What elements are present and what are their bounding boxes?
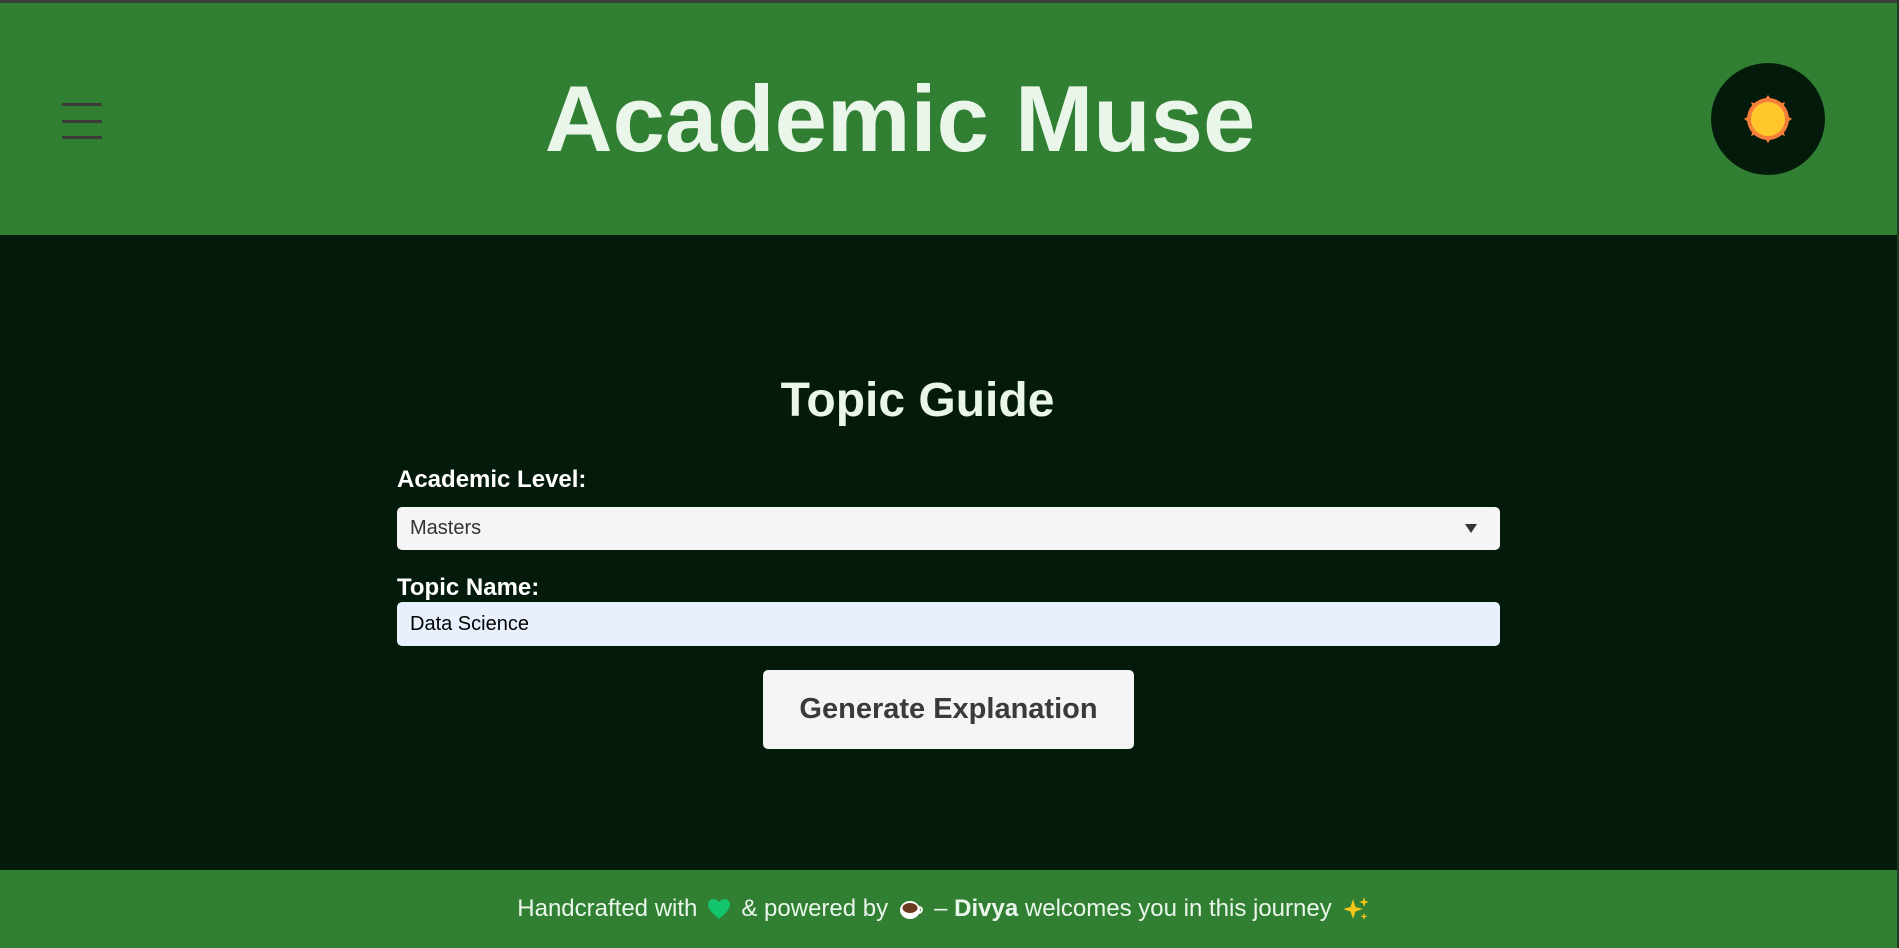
footer-bar: Handcrafted with & powered by – Divya we… [0, 870, 1897, 948]
theme-toggle-button[interactable] [1711, 63, 1825, 175]
form-heading: Topic Guide [780, 374, 1055, 427]
app-root: Academic Muse Topic Guide Academic Level… [0, 0, 1899, 948]
main-content [0, 235, 1897, 870]
topic-name-input[interactable] [397, 602, 1500, 646]
footer-text-handcrafted: Handcrafted with [517, 895, 698, 922]
footer-text-dash: – [934, 895, 948, 922]
chevron-down-icon [1465, 524, 1477, 533]
topic-name-label: Topic Name: [397, 574, 540, 601]
sun-icon [1744, 95, 1792, 143]
coffee-icon [898, 897, 924, 921]
footer-text-powered-by: & powered by [741, 895, 889, 922]
academic-level-select[interactable]: Masters [397, 507, 1500, 550]
generate-explanation-button[interactable]: Generate Explanation [763, 670, 1134, 749]
academic-level-label: Academic Level: [397, 466, 587, 493]
app-title: Academic Muse [544, 66, 1256, 171]
academic-level-value: Masters [410, 517, 482, 539]
footer-author-name: Divya [954, 895, 1019, 922]
sparkles-icon [1342, 896, 1370, 922]
green-heart-icon [707, 898, 731, 920]
footer-text-welcome: welcomes you in this journey [1024, 895, 1332, 922]
